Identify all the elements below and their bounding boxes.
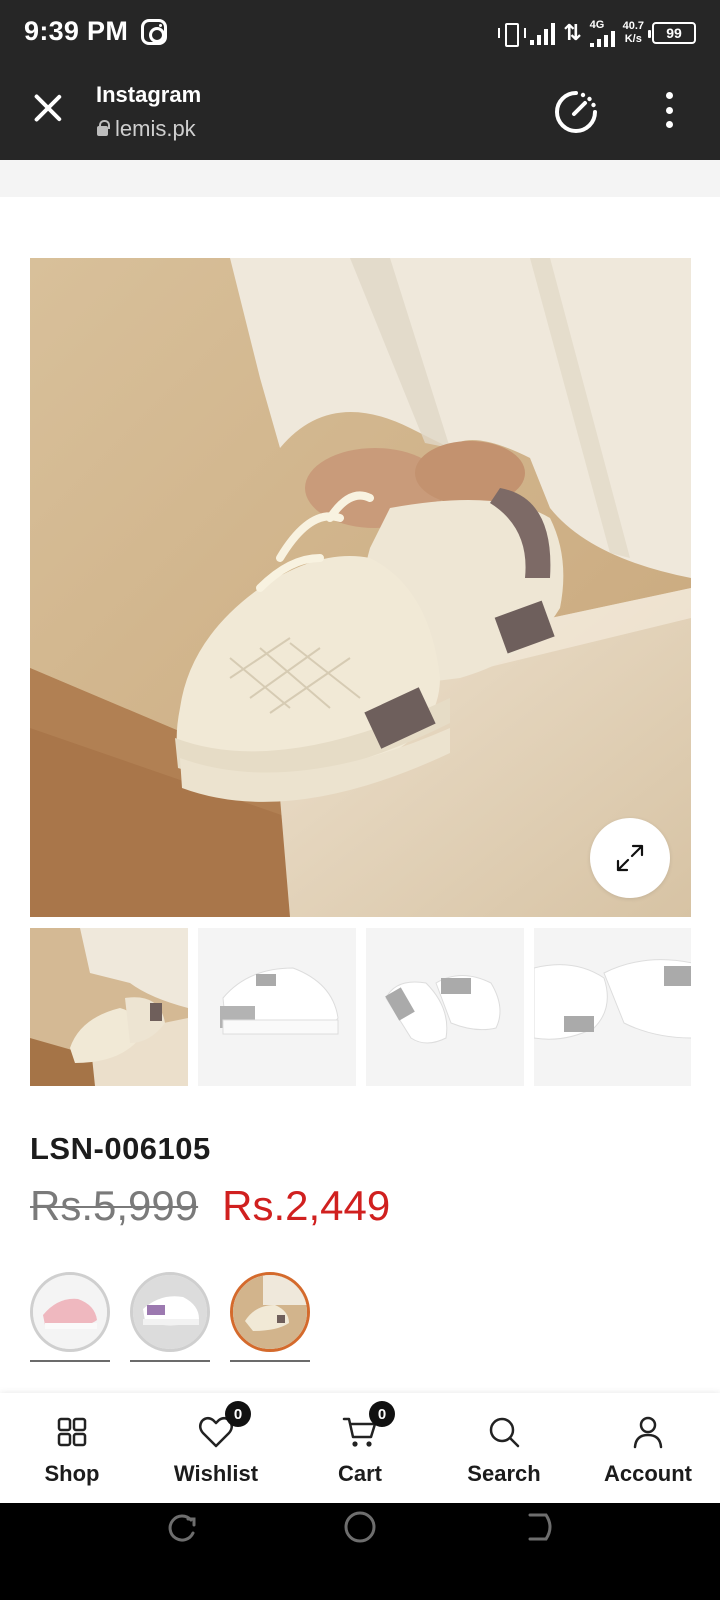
close-icon[interactable] bbox=[32, 92, 64, 124]
data-transfer-icon: ⇅ bbox=[563, 20, 582, 45]
thumbnail-strip bbox=[30, 928, 691, 1086]
thumbnail-3[interactable] bbox=[366, 928, 524, 1086]
swatch-beige[interactable] bbox=[230, 1272, 310, 1362]
zoom-button[interactable] bbox=[590, 818, 670, 898]
more-options-icon[interactable] bbox=[664, 92, 674, 128]
product-sku: LSN-006105 bbox=[30, 1131, 211, 1166]
signal-icon bbox=[530, 21, 556, 45]
nav-wishlist-label: Wishlist bbox=[173, 1461, 259, 1486]
original-price: Rs.5,999 bbox=[30, 1182, 199, 1229]
browser-title: Instagram bbox=[96, 82, 202, 107]
status-time: 9:39 PM bbox=[24, 16, 129, 46]
cart-count-badge: 0 bbox=[369, 1401, 395, 1427]
swatch-pink[interactable] bbox=[30, 1272, 110, 1362]
nav-account-label: Account bbox=[604, 1461, 692, 1486]
page-speed-icon[interactable] bbox=[552, 88, 600, 136]
nav-shop[interactable]: Shop bbox=[0, 1393, 144, 1503]
nav-wishlist[interactable]: 0 Wishlist bbox=[144, 1393, 288, 1503]
thumbnail-4[interactable] bbox=[534, 928, 691, 1086]
product-main-image[interactable] bbox=[30, 258, 691, 917]
status-icons: ⇅ 4G 40.7 K/s 99 bbox=[498, 14, 696, 52]
grid-icon bbox=[57, 1417, 87, 1447]
network-type: 4G bbox=[589, 18, 605, 31]
in-app-browser-bar: Instagram lemis.pk bbox=[0, 66, 720, 160]
url-text: lemis.pk bbox=[115, 116, 196, 141]
swatch-pink-image bbox=[30, 1272, 110, 1352]
speed-value: 40.7 bbox=[622, 20, 644, 32]
back-icon[interactable] bbox=[528, 1513, 552, 1541]
search-icon bbox=[489, 1417, 520, 1448]
thumbnail-1[interactable] bbox=[30, 928, 188, 1086]
battery-level: 99 bbox=[666, 25, 682, 41]
page-top-strip bbox=[0, 160, 720, 197]
expand-icon bbox=[616, 844, 644, 872]
nav-account[interactable]: Account bbox=[576, 1393, 720, 1503]
color-swatches bbox=[30, 1272, 310, 1362]
system-navigation-bar bbox=[0, 1503, 720, 1600]
nav-cart[interactable]: 0 Cart bbox=[288, 1393, 432, 1503]
swatch-beige-image bbox=[230, 1272, 310, 1352]
network-signal: 4G bbox=[589, 18, 615, 47]
battery-icon: 99 bbox=[648, 22, 696, 44]
cart-icon-wrap: 0 bbox=[341, 1401, 395, 1451]
nav-cart-label: Cart bbox=[337, 1461, 382, 1486]
network-speed: 40.7 K/s bbox=[623, 20, 644, 46]
bottom-navigation: Shop 0 Wishlist 0 Cart Search Account bbox=[0, 1393, 720, 1503]
price-row: Rs.5,999 Rs.2,449 bbox=[30, 1182, 390, 1230]
lock-icon bbox=[97, 120, 110, 136]
nav-search[interactable]: Search bbox=[432, 1393, 576, 1503]
status-bar: 9:39 PM ⇅ 4G 40.7 K/s 99 bbox=[0, 0, 720, 66]
swatch-purple[interactable] bbox=[130, 1272, 210, 1362]
home-icon[interactable] bbox=[344, 1511, 376, 1543]
vibrate-icon bbox=[498, 20, 527, 47]
sale-price: Rs.2,449 bbox=[222, 1182, 391, 1229]
signal-icon-2 bbox=[589, 30, 615, 47]
thumbnail-2[interactable] bbox=[198, 928, 356, 1086]
nav-shop-label: Shop bbox=[44, 1461, 100, 1486]
swatch-purple-image bbox=[130, 1272, 210, 1352]
speed-unit: K/s bbox=[624, 33, 642, 45]
browser-url: lemis.pk bbox=[97, 116, 196, 142]
wishlist-count-badge: 0 bbox=[225, 1401, 251, 1427]
recent-apps-icon[interactable] bbox=[168, 1514, 196, 1542]
user-icon bbox=[633, 1416, 663, 1449]
wishlist-icon-wrap: 0 bbox=[197, 1401, 251, 1451]
nav-search-label: Search bbox=[467, 1461, 541, 1486]
instagram-notification-icon bbox=[141, 19, 167, 45]
